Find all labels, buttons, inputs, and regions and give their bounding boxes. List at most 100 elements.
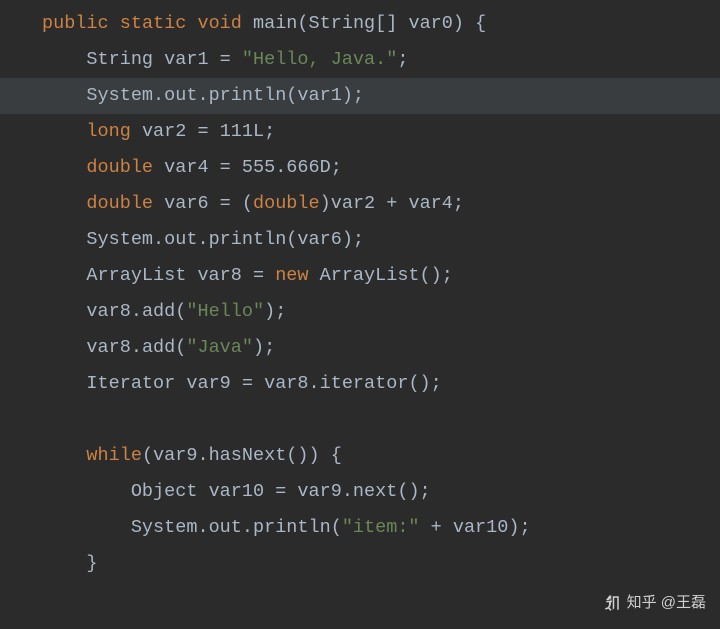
token-kw: while [86, 445, 142, 466]
token-pun: . [309, 373, 320, 394]
token-typ: System [131, 517, 198, 538]
token-var: out [209, 517, 242, 538]
token-pun [186, 13, 197, 34]
code-block: public static void main(String[] var0) {… [0, 0, 720, 582]
token-kw: double [86, 157, 153, 178]
token-kw: double [86, 193, 153, 214]
token-var: var10 [209, 481, 265, 502]
token-num: 111L [220, 121, 264, 142]
token-pun: . [342, 481, 353, 502]
token-pun: ()) { [286, 445, 342, 466]
code-line: ArrayList var8 = new ArrayList(); [0, 258, 720, 294]
token-pun: ) [320, 193, 331, 214]
token-pun [186, 265, 197, 286]
token-typ: String [309, 13, 376, 34]
token-pun: = ( [209, 193, 253, 214]
token-typ: ArrayList [320, 265, 420, 286]
token-var: var9 [297, 481, 341, 502]
token-var: var4 [164, 157, 208, 178]
code-line: System.out.println(var1); [0, 78, 720, 114]
watermark-text: 知乎 @王磊 [627, 585, 706, 621]
token-kw: new [275, 265, 308, 286]
token-pun: ( [142, 445, 153, 466]
code-line: Object var10 = var9.next(); [0, 474, 720, 510]
token-pun: + [420, 517, 453, 538]
token-str: "Hello, Java." [242, 49, 397, 70]
token-var: var6 [297, 229, 341, 250]
token-pun: = [242, 265, 275, 286]
token-var: var2 [331, 193, 375, 214]
token-pun: = [231, 373, 264, 394]
token-mth: add [142, 301, 175, 322]
token-pun: (); [397, 481, 430, 502]
token-var: var4 [408, 193, 452, 214]
code-line: System.out.println("item:" + var10); [0, 510, 720, 546]
token-pun [109, 13, 120, 34]
code-line: } [0, 546, 720, 582]
token-kw: public [42, 13, 109, 34]
token-var: var6 [164, 193, 208, 214]
token-pun [153, 49, 164, 70]
token-pun: . [131, 301, 142, 322]
token-str: "Hello" [186, 301, 264, 322]
token-pun: } [86, 553, 97, 574]
token-mth: iterator [320, 373, 409, 394]
token-mth: println [209, 229, 287, 250]
token-pun: ); [253, 337, 275, 358]
token-pun: . [197, 445, 208, 466]
token-pun: ; [453, 193, 464, 214]
token-kw: static [120, 13, 187, 34]
token-pun: . [197, 517, 208, 538]
token-pun: ( [331, 517, 342, 538]
token-pun [309, 265, 320, 286]
token-pun: ); [508, 517, 530, 538]
token-pun: = [264, 481, 297, 502]
token-pun: (); [408, 373, 441, 394]
token-mth: hasNext [209, 445, 287, 466]
token-str: "item:" [342, 517, 420, 538]
code-line: var8.add("Java"); [0, 330, 720, 366]
token-var: var8 [86, 337, 130, 358]
token-pun: . [153, 229, 164, 250]
token-pun [197, 481, 208, 502]
token-pun: ) { [453, 13, 486, 34]
token-kw: void [197, 13, 241, 34]
token-pun: . [131, 337, 142, 358]
code-line [0, 402, 720, 438]
token-typ: System [86, 229, 153, 250]
token-mth: println [209, 85, 287, 106]
token-pun: ); [342, 229, 364, 250]
code-line: Iterator var9 = var8.iterator(); [0, 366, 720, 402]
token-pun: ( [175, 301, 186, 322]
code-line: public static void main(String[] var0) { [0, 6, 720, 42]
code-line: String var1 = "Hello, Java."; [0, 42, 720, 78]
code-line: double var6 = (double)var2 + var4; [0, 186, 720, 222]
token-mth: next [353, 481, 397, 502]
token-var: var8 [264, 373, 308, 394]
token-pun: ); [342, 85, 364, 106]
token-kw: double [253, 193, 320, 214]
token-typ: Object [131, 481, 198, 502]
token-pun [131, 121, 142, 142]
token-var: var1 [164, 49, 208, 70]
token-var: var10 [453, 517, 509, 538]
token-mth: add [142, 337, 175, 358]
token-mth: main [253, 13, 297, 34]
token-typ: String [86, 49, 153, 70]
token-var: var1 [297, 85, 341, 106]
token-pun [175, 373, 186, 394]
token-pun [242, 13, 253, 34]
token-pun: = [186, 121, 219, 142]
watermark: 知乎 @王磊 [603, 585, 706, 621]
token-var: var8 [197, 265, 241, 286]
token-pun: + [375, 193, 408, 214]
token-pun: ( [297, 13, 308, 34]
token-pun [153, 193, 164, 214]
token-typ: System [86, 85, 153, 106]
token-pun: = [209, 49, 242, 70]
code-line: long var2 = 111L; [0, 114, 720, 150]
token-num: 555.666D [242, 157, 331, 178]
token-pun: ( [286, 229, 297, 250]
zhihu-icon [603, 594, 621, 612]
token-pun: . [197, 85, 208, 106]
